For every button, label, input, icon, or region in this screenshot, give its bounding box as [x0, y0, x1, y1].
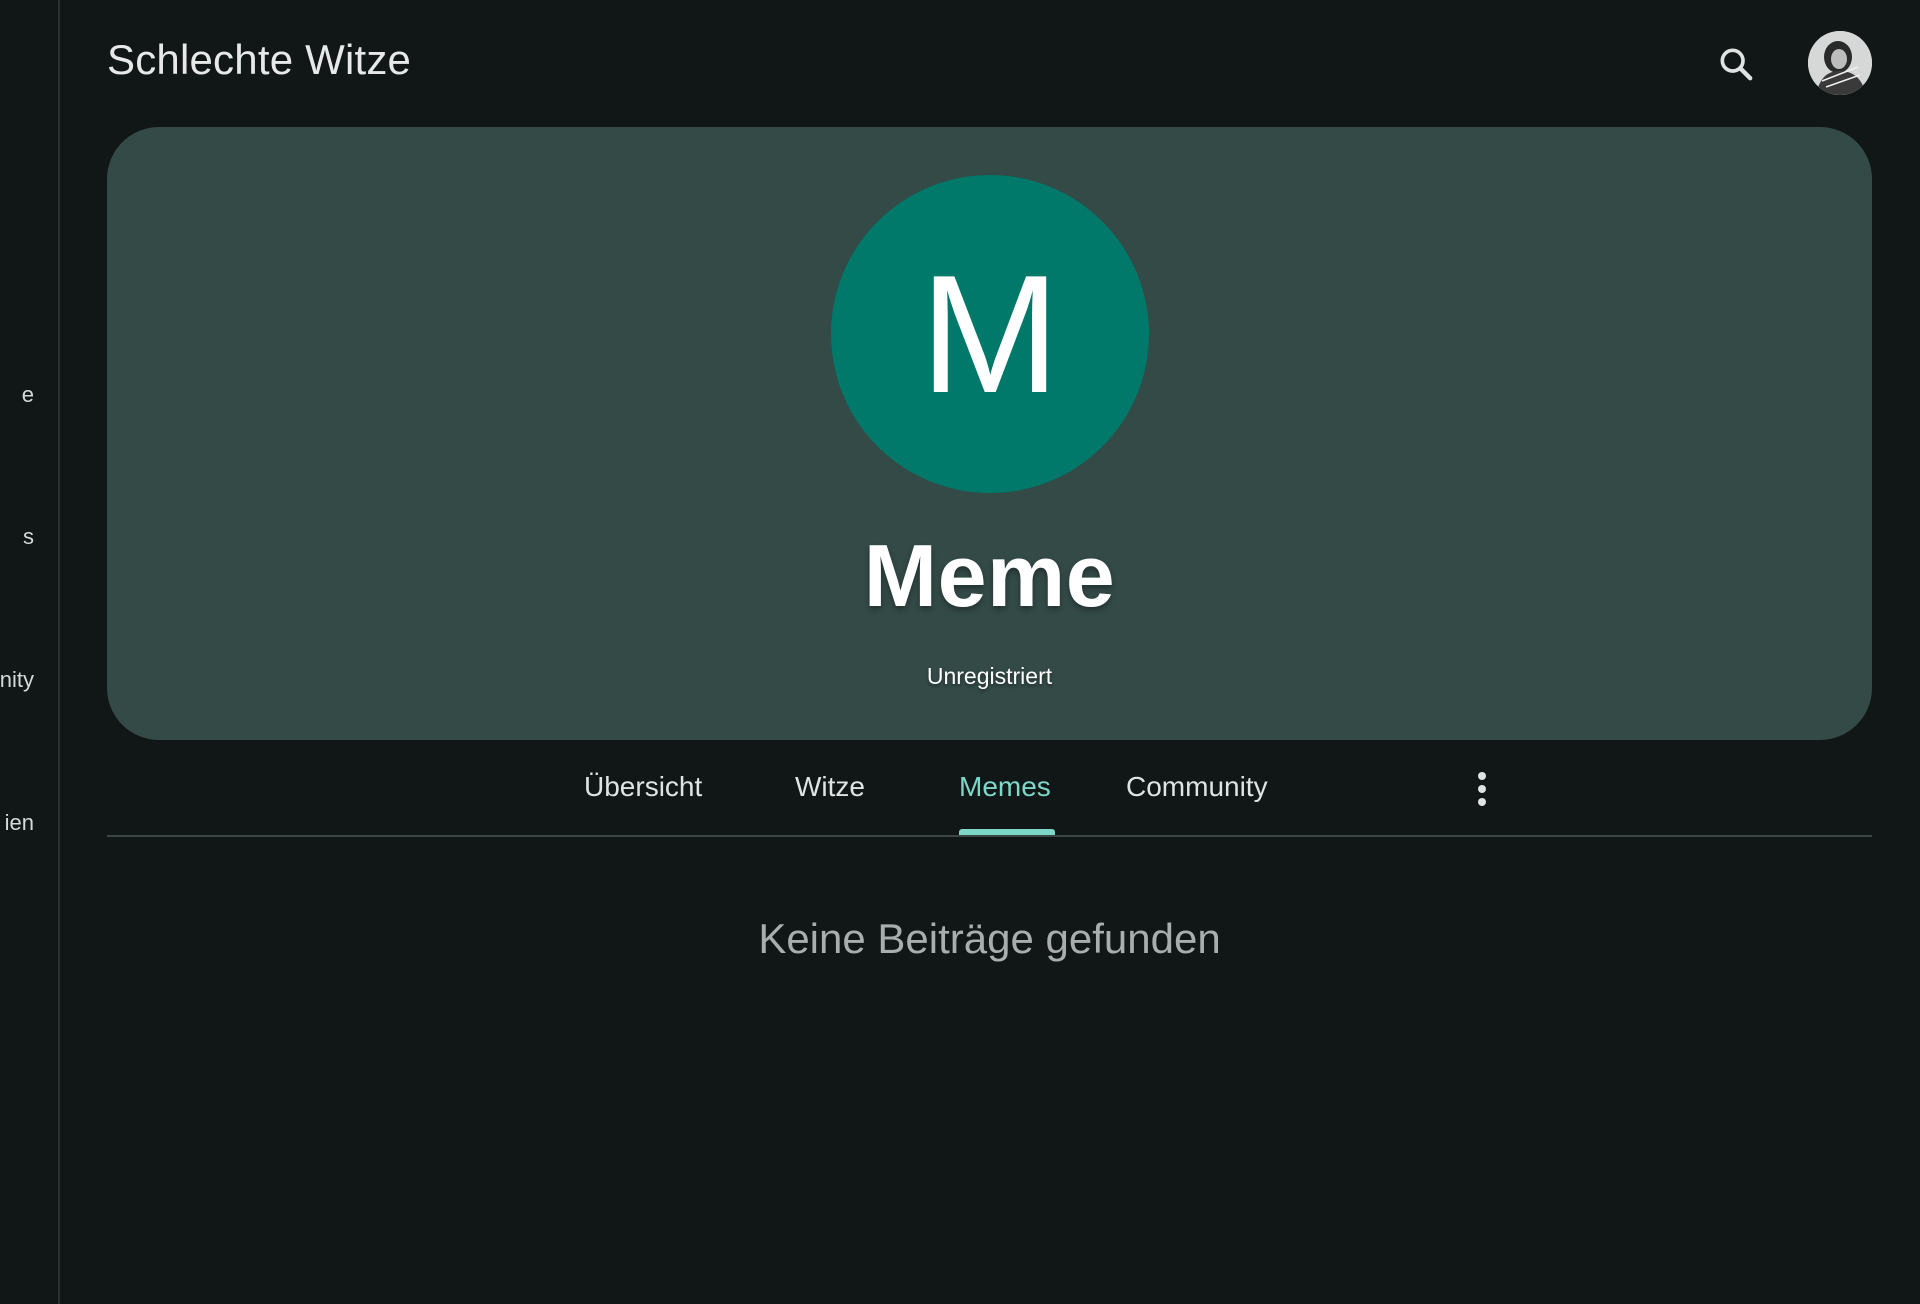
tab-overview[interactable]: Übersicht	[584, 771, 702, 803]
tabs-more-button[interactable]	[1462, 765, 1502, 813]
user-avatar[interactable]	[1808, 31, 1872, 95]
search-icon	[1720, 48, 1753, 81]
tab-memes[interactable]: Memes	[959, 771, 1051, 803]
more-vert-icon	[1478, 772, 1486, 780]
side-nav-item[interactable]: ien	[5, 810, 34, 836]
side-navigation: e s nity ien	[0, 0, 60, 1304]
empty-state-message: Keine Beiträge gefunden	[758, 915, 1221, 962]
tab-community[interactable]: Community	[1126, 771, 1268, 803]
side-nav-item[interactable]: e	[22, 382, 34, 408]
profile-name: Meme	[863, 526, 1116, 625]
profile-initial: M	[920, 240, 1060, 428]
tab-witze[interactable]: Witze	[795, 771, 865, 803]
profile-header-card: M Meme Unregistriert	[107, 127, 1872, 740]
app-root: e s nity ien Schlechte Witze M Meme Unre…	[0, 0, 1920, 1304]
active-tab-indicator	[959, 829, 1055, 835]
app-title[interactable]: Schlechte Witze	[107, 36, 411, 84]
profile-avatar: M	[831, 175, 1149, 493]
profile-status: Unregistriert	[926, 663, 1053, 689]
side-nav-item[interactable]: s	[23, 524, 34, 550]
more-vert-icon-dot	[1478, 785, 1486, 793]
more-vert-icon-dot	[1478, 798, 1486, 806]
side-nav-item[interactable]: nity	[0, 667, 34, 693]
profile-tabs: Übersicht Witze Memes Community	[107, 745, 1872, 837]
avatar-image-icon	[1808, 31, 1872, 95]
search-button[interactable]	[1712, 40, 1760, 88]
